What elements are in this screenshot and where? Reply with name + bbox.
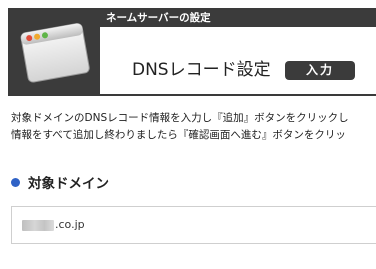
section-title-strip: ネームサーバーの設定 (100, 10, 376, 27)
target-domain-label: 対象ドメイン (28, 176, 109, 192)
domain-suffix: .co.jp (55, 218, 85, 231)
target-domain-field: .co.jp (11, 206, 376, 244)
bullet-dot-icon (11, 178, 20, 187)
page-header: ネームサーバーの設定 DNSレコード設定 入力 (8, 8, 376, 96)
instructions-line-2: 情報をすべて追加し終わりましたら『確認画面へ進む』ボタンをクリッ (11, 129, 346, 141)
app-window-icon (10, 10, 100, 94)
redacted-domain-name (22, 220, 54, 231)
target-domain-heading: 対象ドメイン (11, 175, 109, 193)
step-badge: 入力 (285, 61, 355, 80)
page: ネームサーバーの設定 DNSレコード設定 入力 対象ドメインのDNSレコード情報… (0, 0, 376, 269)
instructions: 対象ドメインのDNSレコード情報を入力し『追加』ボタンをクリックし 情報をすべて… (11, 110, 376, 144)
page-title: DNSレコード設定 (132, 60, 271, 80)
instructions-line-1: 対象ドメインのDNSレコード情報を入力し『追加』ボタンをクリックし (11, 112, 349, 124)
